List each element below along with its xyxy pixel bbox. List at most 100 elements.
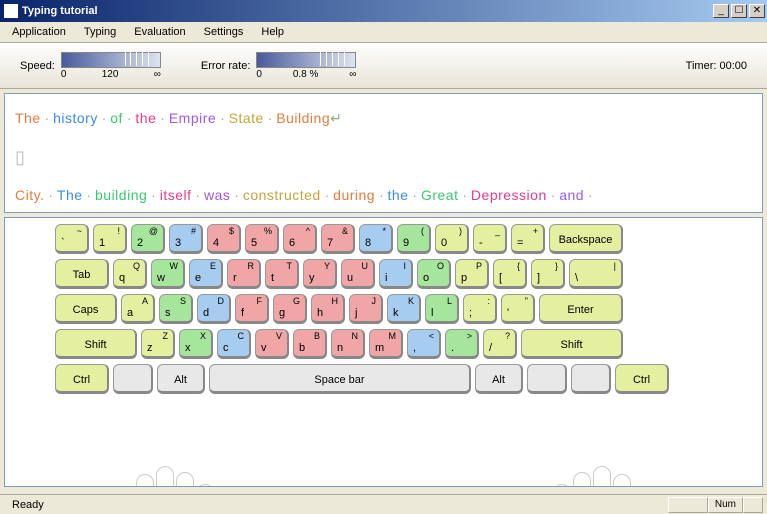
typing-word: was — [204, 187, 230, 203]
key-6[interactable]: ^6 — [283, 224, 317, 254]
key-alt[interactable]: Alt — [157, 364, 205, 394]
typing-word: City. — [15, 187, 44, 203]
key-r[interactable]: Rr — [227, 259, 261, 289]
key-=[interactable]: += — [511, 224, 545, 254]
speed-gauge — [61, 52, 161, 68]
key-d[interactable]: Dd — [197, 294, 231, 324]
typing-word: and — [559, 187, 584, 203]
key-[[interactable]: {[ — [493, 259, 527, 289]
close-button[interactable]: ✕ — [749, 4, 765, 18]
key-4[interactable]: $4 — [207, 224, 241, 254]
key-l[interactable]: Ll — [425, 294, 459, 324]
key-f[interactable]: Ff — [235, 294, 269, 324]
key-ctrl[interactable]: Ctrl — [55, 364, 109, 394]
minimize-button[interactable]: _ — [713, 4, 729, 18]
menu-help[interactable]: Help — [253, 24, 292, 40]
key-ctrl[interactable]: Ctrl — [615, 364, 669, 394]
key-blank[interactable] — [571, 364, 611, 394]
key-shift[interactable]: Shift — [55, 329, 137, 359]
key-,[interactable]: <, — [407, 329, 441, 359]
left-hand — [115, 466, 215, 487]
key-/[interactable]: ?/ — [483, 329, 517, 359]
speed-gauge-labels: 0 120 ∞ — [61, 69, 161, 80]
status-num: Num — [708, 497, 743, 513]
key-q[interactable]: Qq — [113, 259, 147, 289]
app-icon — [4, 4, 18, 18]
menubar: ApplicationTypingEvaluationSettingsHelp — [0, 22, 767, 43]
key-c[interactable]: Cc — [217, 329, 251, 359]
key-0[interactable]: )0 — [435, 224, 469, 254]
key-x[interactable]: Xx — [179, 329, 213, 359]
typing-text-area[interactable]: The · history · of · the · Empire · Stat… — [4, 93, 763, 213]
timer-label: Timer: 00:00 — [686, 60, 747, 72]
key-z[interactable]: Zz — [141, 329, 175, 359]
key-blank[interactable] — [113, 364, 153, 394]
key-m[interactable]: Mm — [369, 329, 403, 359]
key-caps[interactable]: Caps — [55, 294, 117, 324]
key-v[interactable]: Vv — [255, 329, 289, 359]
menu-application[interactable]: Application — [4, 24, 74, 40]
typing-word: the — [388, 187, 409, 203]
menu-evaluation[interactable]: Evaluation — [126, 24, 193, 40]
key-;[interactable]: :; — [463, 294, 497, 324]
key-][interactable]: }] — [531, 259, 565, 289]
typing-word: The — [57, 187, 83, 203]
key-9[interactable]: (9 — [397, 224, 431, 254]
typing-word: constructed — [243, 187, 321, 203]
key-.[interactable]: >. — [445, 329, 479, 359]
error-gauge-labels: 0 0.8 % ∞ — [256, 69, 356, 80]
typing-word: State — [229, 110, 264, 126]
metrics-bar: Speed: 0 120 ∞ Error rate: 0 0.8 % ∞ Tim… — [0, 43, 767, 89]
error-metric: Error rate: 0 0.8 % ∞ — [201, 52, 357, 80]
maximize-button[interactable]: ☐ — [731, 4, 747, 18]
key-p[interactable]: Pp — [455, 259, 489, 289]
key-backspace[interactable]: Backspace — [549, 224, 623, 254]
menu-settings[interactable]: Settings — [196, 24, 252, 40]
key-n[interactable]: Nn — [331, 329, 365, 359]
typing-word: the — [135, 110, 156, 126]
key--[interactable]: _- — [473, 224, 507, 254]
key-i[interactable]: Ii — [379, 259, 413, 289]
virtual-keyboard: ~`!1@2#3$4%5^6&7*8(9)0_-+=Backspace TabQq… — [5, 218, 762, 405]
key-j[interactable]: Jj — [349, 294, 383, 324]
typing-word: Building — [276, 110, 330, 126]
caret: ▯ — [15, 147, 25, 167]
key-'[interactable]: "' — [501, 294, 535, 324]
key-shift[interactable]: Shift — [521, 329, 623, 359]
key-tab[interactable]: Tab — [55, 259, 109, 289]
key-h[interactable]: Hh — [311, 294, 345, 324]
key-t[interactable]: Tt — [265, 259, 299, 289]
key-`[interactable]: ~` — [55, 224, 89, 254]
key-u[interactable]: Uu — [341, 259, 375, 289]
hands-illustration — [5, 436, 762, 487]
error-label: Error rate: — [201, 60, 251, 72]
key-e[interactable]: Ee — [189, 259, 223, 289]
typing-word: Empire — [169, 110, 216, 126]
key-b[interactable]: Bb — [293, 329, 327, 359]
key-w[interactable]: Ww — [151, 259, 185, 289]
key-5[interactable]: %5 — [245, 224, 279, 254]
titlebar: Typing tutorial _ ☐ ✕ — [0, 0, 767, 22]
typing-word: itself — [160, 187, 192, 203]
key-8[interactable]: *8 — [359, 224, 393, 254]
key-blank[interactable] — [527, 364, 567, 394]
key-s[interactable]: Ss — [159, 294, 193, 324]
key-2[interactable]: @2 — [131, 224, 165, 254]
typing-word: Great — [421, 187, 459, 203]
key-\[interactable]: |\ — [569, 259, 623, 289]
key-y[interactable]: Yy — [303, 259, 337, 289]
key-a[interactable]: Aa — [121, 294, 155, 324]
key-3[interactable]: #3 — [169, 224, 203, 254]
key-1[interactable]: !1 — [93, 224, 127, 254]
window-title: Typing tutorial — [22, 5, 713, 17]
key-enter[interactable]: Enter — [539, 294, 623, 324]
key-o[interactable]: Oo — [417, 259, 451, 289]
key-7[interactable]: &7 — [321, 224, 355, 254]
key-g[interactable]: Gg — [273, 294, 307, 324]
key-space-bar[interactable]: Space bar — [209, 364, 471, 394]
window-buttons: _ ☐ ✕ — [713, 4, 765, 18]
key-alt[interactable]: Alt — [475, 364, 523, 394]
typing-word: building — [95, 187, 147, 203]
key-k[interactable]: Kk — [387, 294, 421, 324]
menu-typing[interactable]: Typing — [76, 24, 124, 40]
